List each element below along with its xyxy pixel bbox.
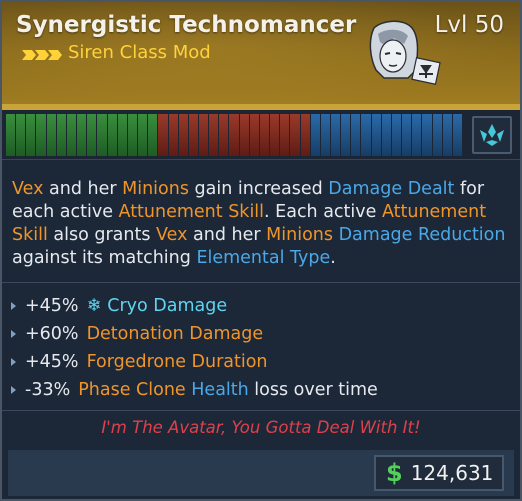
item-level: Lvl 50 xyxy=(434,12,504,38)
desc-text: . Each active xyxy=(264,202,382,222)
attunement-bar xyxy=(16,114,26,156)
stat-row: +60% Detonation Damage xyxy=(10,320,510,348)
attunement-bar xyxy=(310,114,320,156)
desc-text: Elemental Type xyxy=(196,248,331,268)
attunement-bar xyxy=(117,114,127,156)
attunement-bar xyxy=(107,114,117,156)
desc-text: Vex xyxy=(12,179,44,199)
stat-label: Detonation Damage xyxy=(86,324,264,344)
attunement-bar xyxy=(188,114,198,156)
attunement-bar xyxy=(422,114,432,156)
bullet-arrow-icon xyxy=(11,358,16,366)
attunement-bar xyxy=(168,114,178,156)
attunement-bar xyxy=(351,114,361,156)
bullet-arrow-icon xyxy=(11,386,16,394)
attunement-bar xyxy=(402,114,412,156)
attunement-bar xyxy=(381,114,391,156)
attunement-bar xyxy=(320,114,330,156)
attunement-bar xyxy=(452,114,463,156)
attunement-bar xyxy=(66,114,77,156)
attunement-bar xyxy=(178,114,188,156)
stat-row: -33% Phase Clone Health loss over time xyxy=(10,376,510,404)
attunement-bar xyxy=(127,114,138,156)
stat-label: Phase Clone xyxy=(78,380,186,400)
divider xyxy=(2,282,520,283)
attunement-bar xyxy=(280,114,290,156)
attunement-bar xyxy=(46,114,56,156)
desc-text: Damage Reduction xyxy=(338,225,506,245)
attunement-bar xyxy=(198,114,209,156)
item-title: Synergistic Technomancer xyxy=(16,12,357,38)
siren-portrait-icon xyxy=(369,20,441,85)
attunement-icon xyxy=(480,124,504,146)
attunement-bar xyxy=(229,114,239,156)
attunement-bars xyxy=(6,114,463,156)
attunement-bar xyxy=(77,114,87,156)
stat-list: +45% ❄ Cryo Damage +60% Detonation Damag… xyxy=(10,292,510,404)
stat-value: +45% xyxy=(25,296,79,316)
desc-text: Damage Dealt xyxy=(328,179,455,199)
attunement-bar xyxy=(239,114,249,156)
attunement-bar xyxy=(6,114,16,156)
attunement-strip xyxy=(2,110,520,160)
attunement-bar xyxy=(148,114,158,156)
attunement-bar xyxy=(442,114,452,156)
stat-row: +45% Forgedrone Duration xyxy=(10,348,510,376)
item-card: Synergistic Technomancer Lvl 50 Siren Cl… xyxy=(0,0,522,501)
item-footer: $ 124,631 xyxy=(8,450,514,496)
desc-text: . xyxy=(330,248,336,268)
attunement-bar xyxy=(36,114,46,156)
attunement-bar xyxy=(158,114,168,156)
attunement-bar xyxy=(331,114,341,156)
item-subtitle: Siren Class Mod xyxy=(68,42,211,63)
attunement-bar xyxy=(249,114,259,156)
attunement-bar xyxy=(341,114,351,156)
attunement-bar xyxy=(209,114,219,156)
attunement-button[interactable] xyxy=(472,116,512,154)
flavor-text: I'm The Avatar, You Gotta Deal With It! xyxy=(101,418,421,437)
attunement-bar xyxy=(219,114,229,156)
stat-row: +45% ❄ Cryo Damage xyxy=(10,292,510,320)
attunement-bar xyxy=(87,114,97,156)
stat-label: Cryo Damage xyxy=(107,296,228,316)
cash-icon: $ xyxy=(386,459,403,487)
stat-label-secondary: Health xyxy=(191,380,249,400)
desc-text: Attunement Skill xyxy=(118,202,265,222)
desc-text: Minions xyxy=(266,225,333,245)
attunement-bar xyxy=(26,114,36,156)
desc-text: and her xyxy=(43,179,123,199)
desc-text: against its matching xyxy=(12,248,197,268)
item-price: 124,631 xyxy=(410,461,494,485)
desc-text: also grants xyxy=(47,225,157,245)
price-box: $ 124,631 xyxy=(374,455,504,491)
item-header: Synergistic Technomancer Lvl 50 Siren Cl… xyxy=(2,2,520,110)
attunement-bar xyxy=(300,114,310,156)
attunement-bar xyxy=(290,114,300,156)
attunement-bar xyxy=(138,114,148,156)
desc-text: Minions xyxy=(122,179,189,199)
desc-text: Vex xyxy=(156,225,188,245)
stat-label: Forgedrone Duration xyxy=(86,352,268,372)
stat-value: -33% xyxy=(25,380,71,400)
bullet-arrow-icon xyxy=(11,330,16,338)
attunement-bar xyxy=(391,114,402,156)
stat-value: +60% xyxy=(25,324,79,344)
attunement-bar xyxy=(432,114,442,156)
attunement-bar xyxy=(97,114,107,156)
bullet-arrow-icon xyxy=(11,302,16,310)
item-description: Vex and her Minions gain increased Damag… xyxy=(12,178,512,270)
attunement-bar xyxy=(270,114,280,156)
stat-value: +45% xyxy=(25,352,79,372)
attunement-bar xyxy=(371,114,381,156)
desc-text: and her xyxy=(187,225,267,245)
attunement-bar xyxy=(412,114,422,156)
stat-suffix: loss over time xyxy=(248,380,378,400)
attunement-bar xyxy=(56,114,66,156)
snowflake-icon: ❄ xyxy=(86,296,102,316)
rarity-chevrons-icon xyxy=(22,50,62,60)
attunement-bar xyxy=(259,114,270,156)
attunement-bar xyxy=(361,114,371,156)
desc-text: gain increased xyxy=(188,179,329,199)
divider xyxy=(2,410,520,411)
